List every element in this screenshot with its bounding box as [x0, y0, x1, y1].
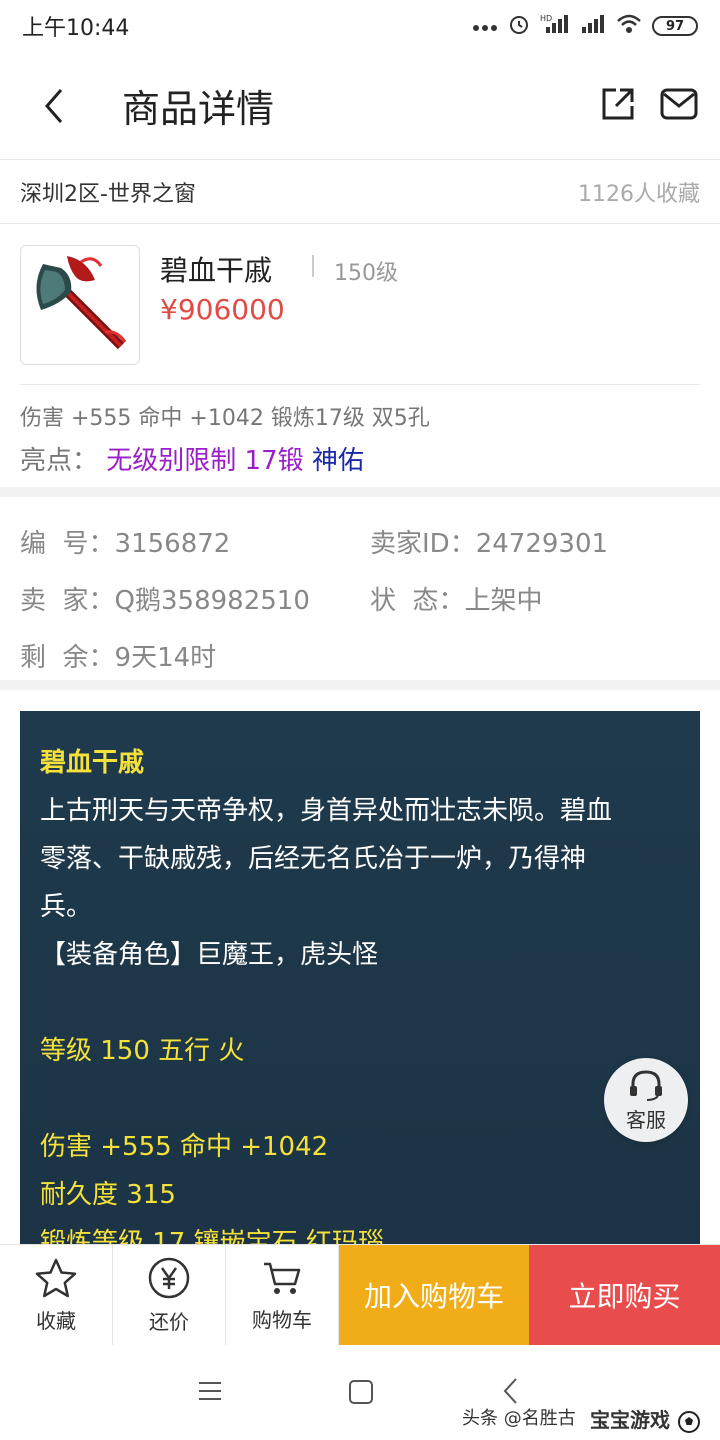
status-time: 上午10:44 [22, 16, 130, 41]
axe-weapon-image [36, 256, 127, 350]
message-button[interactable] [660, 88, 698, 124]
customer-service-button[interactable]: 客服 [604, 1058, 688, 1142]
description-lore-line: 零落、干缺戚残，后经无名氏冶于一炉，乃得神 [40, 844, 587, 874]
cart-button[interactable]: 购物车 [226, 1245, 339, 1345]
page-title: 商品详情 [122, 87, 275, 131]
product-highlights: 亮点： 无级别限制 17锻 神佑 [20, 440, 364, 477]
home-nav-button[interactable] [348, 1379, 374, 1409]
name-divider [312, 255, 314, 277]
listing-id: 编 号：3156872 [20, 523, 230, 560]
chevron-left-icon [503, 1378, 517, 1404]
star-icon [35, 1258, 77, 1297]
remaining-time: 剩 余：9天14时 [20, 637, 216, 674]
bargain-button[interactable]: 还价 [113, 1245, 226, 1345]
favorite-button[interactable]: 收藏 [0, 1245, 113, 1345]
alarm-icon [508, 13, 530, 39]
signal-icon [580, 13, 606, 39]
chevron-left-icon [45, 89, 63, 123]
listing-info: 编 号：3156872 卖家ID：24729301 卖 家：Q鹅35898251… [0, 505, 720, 680]
mail-icon [660, 88, 698, 120]
menu-icon [199, 1382, 221, 1400]
seller-label: 卖 家： [20, 586, 115, 616]
seller-id-label: 卖家ID： [370, 529, 476, 559]
watermark-source: 头条 @名胜古 [462, 1408, 576, 1429]
listing-status: 状 态：上架中 [370, 580, 543, 617]
seller-id-value: 24729301 [475, 529, 609, 559]
favorite-label: 收藏 [36, 1308, 76, 1333]
product-name: 碧血干戚 [160, 254, 273, 287]
bottom-action-bar: 收藏 还价 购物车 加入购物车 立即购买 [0, 1244, 720, 1345]
seller-id: 卖家ID：24729301 [370, 523, 608, 560]
buy-now-button[interactable]: 立即购买 [529, 1245, 720, 1345]
yen-coin-icon [148, 1257, 190, 1298]
remaining-label: 剩 余： [20, 643, 115, 673]
share-icon [602, 88, 634, 120]
shopping-cart-icon [264, 1262, 301, 1294]
product-summary: 碧血干戚 150级 ¥906000 [20, 225, 700, 385]
battery-indicator: 97 [652, 16, 698, 36]
soccer-ball-icon [677, 1410, 700, 1433]
section-divider [0, 487, 720, 497]
highlight-purple: 无级别限制 17锻 [106, 446, 304, 476]
location-row: 深圳2区-世界之窗 1126人收藏 [0, 160, 720, 224]
watermark-brand: 宝宝游戏 [590, 1404, 701, 1434]
customer-service-label: 客服 [626, 1107, 666, 1132]
description-damage-hit: 伤害 +555 命中 +1042 [40, 1132, 329, 1162]
product-level: 150级 [334, 261, 398, 286]
seller-value: Q鹅358982510 [114, 586, 310, 616]
section-divider [0, 680, 720, 690]
listing-id-value: 3156872 [114, 529, 231, 559]
headset-icon [630, 1069, 662, 1101]
product-price: ¥906000 [160, 293, 285, 326]
header-bar: 商品详情 [0, 52, 720, 160]
server-location: 深圳2区-世界之窗 [20, 181, 196, 207]
status-bar: 上午10:44 HD 97 [0, 0, 720, 52]
status-value: 上架中 [464, 586, 543, 616]
product-attributes: 伤害 +555 命中 +1042 锻炼17级 双5孔 [20, 406, 430, 431]
signal-hd-icon: HD [540, 13, 570, 39]
status-icons: HD 97 [472, 13, 698, 39]
remaining-value: 9天14时 [114, 643, 217, 673]
description-lore-line: 兵。 [40, 892, 93, 922]
highlights-label: 亮点： [20, 446, 99, 476]
status-label: 状 态： [370, 586, 465, 616]
collect-count: 1126人收藏 [578, 181, 700, 207]
home-square-icon [349, 1380, 373, 1404]
wifi-icon [616, 13, 642, 39]
back-button[interactable] [34, 82, 74, 130]
product-thumbnail[interactable] [20, 245, 140, 365]
more-dots-icon [472, 17, 498, 36]
highlight-blue: 神佑 [311, 446, 364, 476]
item-description-panel: 碧血干戚 上古刑天与天帝争权，身首异处而壮志未陨。碧血 零落、干缺戚残，后经无名… [20, 711, 700, 1251]
svg-text:HD: HD [540, 14, 552, 23]
add-to-cart-button[interactable]: 加入购物车 [339, 1245, 529, 1345]
description-level-element: 等级 150 五行 火 [40, 1036, 245, 1066]
seller: 卖 家：Q鹅358982510 [20, 580, 310, 617]
share-button[interactable] [600, 86, 636, 126]
bargain-label: 还价 [149, 1309, 189, 1334]
description-roles: 【装备角色】巨魔王，虎头怪 [40, 940, 379, 970]
description-title: 碧血干戚 [40, 748, 145, 778]
menu-nav-button[interactable] [196, 1379, 224, 1407]
listing-id-label: 编 号： [20, 529, 115, 559]
description-durability: 耐久度 315 [40, 1180, 176, 1210]
description-lore-line: 上古刑天与天帝争权，身首异处而壮志未陨。碧血 [40, 796, 613, 826]
watermark-brand-text: 宝宝游戏 [590, 1408, 670, 1432]
cart-label: 购物车 [252, 1307, 312, 1332]
